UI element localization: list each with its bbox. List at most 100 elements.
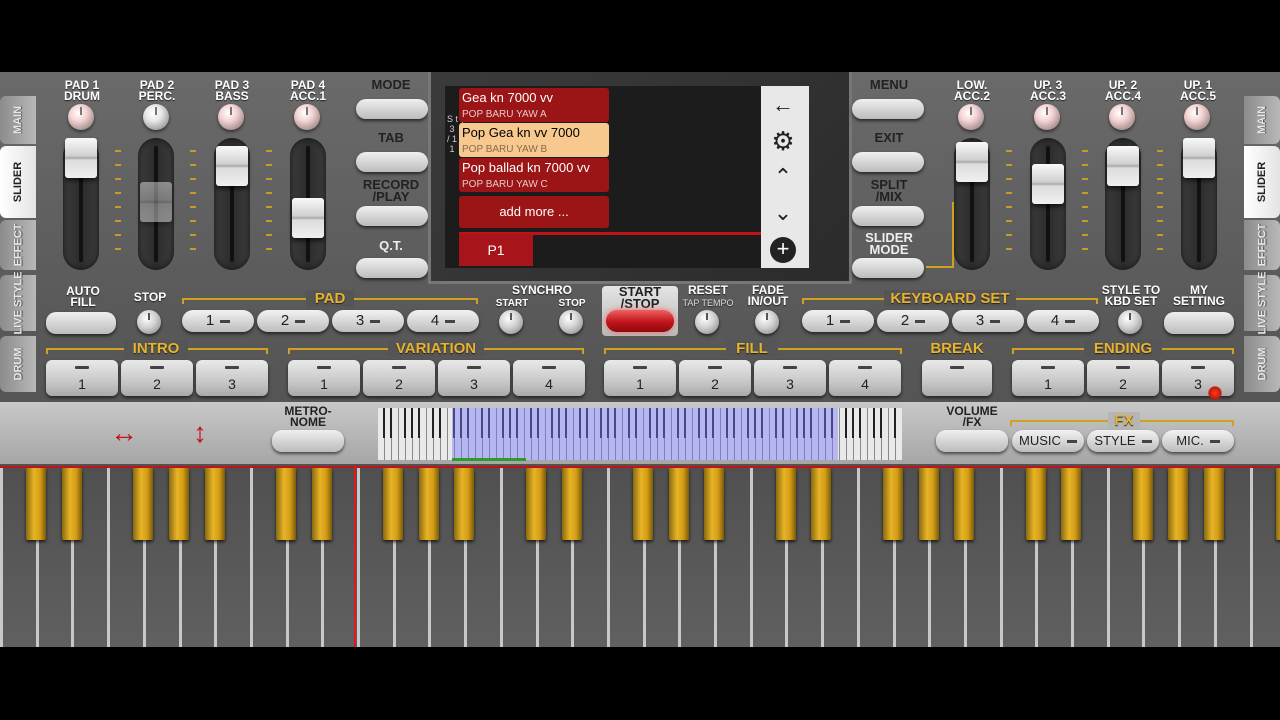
break-button[interactable] [922, 360, 992, 396]
fx-style-button[interactable]: STYLE [1087, 430, 1159, 452]
black-key[interactable] [561, 468, 582, 540]
mode-button[interactable] [356, 99, 428, 119]
black-key[interactable] [525, 468, 546, 540]
qt-button[interactable] [356, 258, 428, 278]
black-key[interactable] [204, 468, 225, 540]
octave-icon[interactable]: ↕ [172, 412, 228, 454]
gear-icon[interactable]: ⚙ [763, 126, 803, 156]
black-key[interactable] [918, 468, 939, 540]
chevron-up-icon[interactable]: ⌃ [763, 162, 803, 192]
pad2-slider[interactable] [138, 138, 174, 270]
ending-1[interactable]: 1 [1012, 360, 1084, 396]
mini-white-key[interactable] [420, 408, 427, 460]
ending-3[interactable]: 3 [1162, 360, 1234, 396]
pad-button-2[interactable]: 2 [257, 310, 329, 332]
up2-acc4-slider[interactable] [1105, 138, 1141, 270]
pad-button-1[interactable]: 1 [182, 310, 254, 332]
black-key[interactable] [383, 468, 403, 540]
tab-button[interactable] [356, 152, 428, 172]
black-key[interactable] [133, 468, 154, 540]
black-key[interactable] [61, 468, 82, 540]
black-key[interactable] [811, 468, 832, 540]
stop-knob[interactable] [137, 310, 161, 334]
up2-acc4-slider-thumb[interactable] [1107, 146, 1139, 186]
style-item-1[interactable]: Gea kn 7000 vv POP BARU YAW A [459, 88, 609, 122]
fill-1[interactable]: 1 [604, 360, 676, 396]
black-key[interactable] [668, 468, 689, 540]
piano-keyboard[interactable] [0, 466, 1280, 647]
pad3-knob[interactable] [218, 104, 244, 130]
fill-3[interactable]: 3 [754, 360, 826, 396]
tab-live-style-right[interactable]: LIVE STYLE [1244, 272, 1280, 334]
black-key[interactable] [26, 468, 46, 540]
variation-1[interactable]: 1 [288, 360, 360, 396]
exit-button[interactable] [852, 152, 924, 172]
up1-acc5-slider[interactable] [1181, 138, 1217, 270]
pad3-slider-thumb[interactable] [216, 146, 248, 186]
plus-icon[interactable]: + [763, 234, 803, 264]
mini-white-key[interactable] [441, 408, 448, 460]
fade-knob[interactable] [755, 310, 779, 334]
pad1-knob[interactable] [68, 104, 94, 130]
pad1-slider-thumb[interactable] [65, 138, 97, 178]
low-acc2-slider-thumb[interactable] [956, 142, 988, 182]
variation-3[interactable]: 3 [438, 360, 510, 396]
low-acc2-slider[interactable] [954, 138, 990, 270]
auto-fill-button[interactable] [46, 312, 116, 334]
synchro-stop-knob[interactable] [559, 310, 583, 334]
tab-effect-left[interactable]: EFFECT [0, 220, 36, 270]
intro-1[interactable]: 1 [46, 360, 118, 396]
pad-button-4[interactable]: 4 [407, 310, 479, 332]
metronome-button[interactable] [272, 430, 344, 452]
black-key[interactable] [954, 468, 975, 540]
transpose-icon[interactable]: ↔ [96, 412, 152, 454]
kbd-set-3[interactable]: 3 [952, 310, 1024, 332]
mini-white-key[interactable] [896, 408, 902, 460]
my-setting-button[interactable] [1164, 312, 1234, 334]
mini-white-key[interactable] [861, 408, 868, 460]
black-key[interactable] [1168, 468, 1189, 540]
tab-slider-right[interactable]: SLIDER [1244, 146, 1280, 218]
synchro-start-knob[interactable] [499, 310, 523, 334]
kbd-set-4[interactable]: 4 [1027, 310, 1099, 332]
black-key[interactable] [454, 468, 475, 540]
variation-2[interactable]: 2 [363, 360, 435, 396]
pad1-slider[interactable] [63, 138, 99, 270]
style-item-2[interactable]: Pop Gea kn vv 7000 POP BARU YAW B [459, 123, 609, 157]
pad4-slider[interactable] [290, 138, 326, 270]
style-item-3[interactable]: Pop ballad kn 7000 vv POP BARU YAW C [459, 158, 609, 192]
tab-slider-left[interactable]: SLIDER [0, 146, 36, 218]
mini-white-key[interactable] [882, 408, 889, 460]
split-mix-button[interactable] [852, 206, 924, 226]
black-key[interactable] [1132, 468, 1153, 540]
volume-fx-button[interactable] [936, 430, 1008, 452]
fill-2[interactable]: 2 [679, 360, 751, 396]
black-key[interactable] [775, 468, 796, 540]
intro-2[interactable]: 2 [121, 360, 193, 396]
tab-drum-right[interactable]: DRUM [1244, 336, 1280, 392]
record-play-button[interactable] [356, 206, 428, 226]
start-stop-button[interactable] [606, 310, 674, 332]
slider-mode-button[interactable] [852, 258, 924, 278]
intro-3[interactable]: 3 [196, 360, 268, 396]
up2-acc4-knob[interactable] [1109, 104, 1135, 130]
black-key[interactable] [1204, 468, 1225, 540]
black-key[interactable] [168, 468, 189, 540]
fill-4[interactable]: 4 [829, 360, 901, 396]
tab-main-right[interactable]: MAIN [1244, 96, 1280, 144]
black-key[interactable] [1025, 468, 1046, 540]
up3-acc3-knob[interactable] [1034, 104, 1060, 130]
pad2-slider-thumb[interactable] [140, 182, 172, 222]
pad2-knob[interactable] [143, 104, 169, 130]
black-key[interactable] [632, 468, 653, 540]
up1-acc5-slider-thumb[interactable] [1183, 138, 1215, 178]
fx-music-button[interactable]: MUSIC [1012, 430, 1084, 452]
fx-mic-button[interactable]: MIC. [1162, 430, 1234, 452]
back-arrow-icon[interactable]: ← [763, 90, 803, 120]
pad4-knob[interactable] [294, 104, 320, 130]
tab-live-style-left[interactable]: LIVE STYLE [0, 272, 36, 334]
add-more-button[interactable]: add more ... [459, 196, 609, 228]
black-key[interactable] [882, 468, 903, 540]
up3-acc3-slider-thumb[interactable] [1032, 164, 1064, 204]
black-key[interactable] [418, 468, 439, 540]
